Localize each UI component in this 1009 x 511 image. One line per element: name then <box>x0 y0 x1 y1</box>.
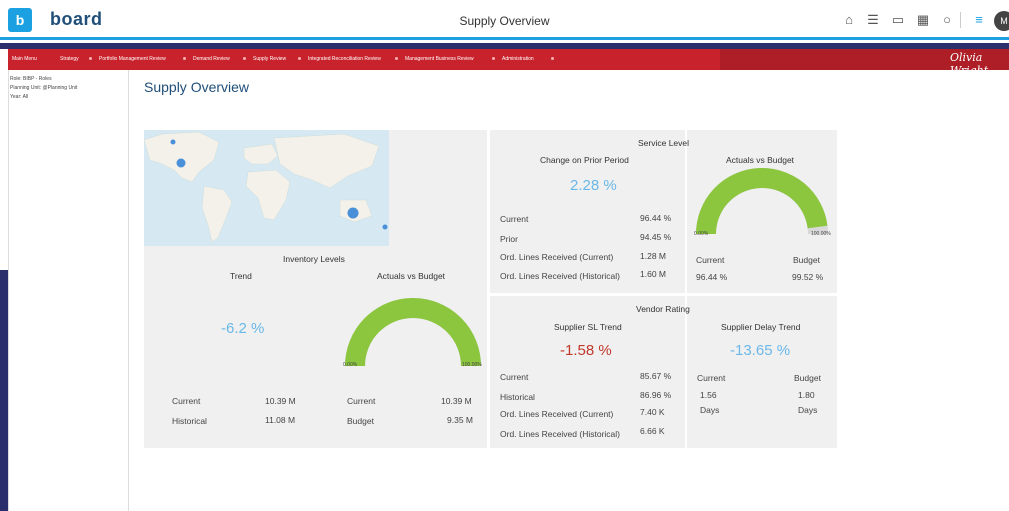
vendor-delay-header: Budget <box>794 373 821 383</box>
menu-item-strategy[interactable]: Strategy <box>60 56 79 62</box>
service-row-value: 1.60 M <box>640 269 666 279</box>
vendor-sl-value: -1.58 % <box>560 342 612 359</box>
inventory-avb-label-row: Current <box>347 396 376 406</box>
service-avb-label: Actuals vs Budget <box>726 155 795 165</box>
vendor-delay-value: -13.65 % <box>730 342 791 359</box>
vendor-delay-panel <box>687 296 837 448</box>
menu-item-administration[interactable]: Administration <box>502 56 534 62</box>
service-row-label: Ord. Lines Received (Current) <box>500 252 614 262</box>
inventory-gauge-min: 0.00% <box>343 362 358 368</box>
service-title: Service Level <box>638 138 690 148</box>
menu-separator <box>89 57 92 60</box>
vendor-row-value: 7.40 K <box>640 407 665 417</box>
service-gauge-max: 100.00% <box>811 231 831 237</box>
inventory-avb-value: 10.39 M <box>441 396 472 406</box>
vendor-delay-value: 1.80 <box>798 390 815 400</box>
vendor-row-value: 6.66 K <box>640 426 665 436</box>
service-row-label: Prior <box>500 234 518 244</box>
map-point[interactable] <box>176 158 186 168</box>
inventory-avb-label: Actuals vs Budget <box>377 271 446 281</box>
vendor-delay-header: Current <box>697 373 726 383</box>
inventory-trend-value: -6.2 % <box>221 320 265 337</box>
inventory-row-value: 10.39 M <box>265 396 296 406</box>
menu-item-demand[interactable]: Demand Review <box>193 56 230 62</box>
menu-separator <box>551 57 554 60</box>
menu-icon[interactable]: ≡ <box>972 13 986 27</box>
service-cpp-value: 2.28 % <box>570 177 617 194</box>
selection-planning-unit[interactable]: Planning Unit: @Planning Unit <box>10 85 77 91</box>
menu-item-portfolio[interactable]: Portfolio Management Review <box>99 56 166 62</box>
inventory-gauge <box>345 298 481 367</box>
service-gauge <box>696 168 828 235</box>
window-title: Supply Overview <box>459 14 550 28</box>
vendor-title: Vendor Rating <box>636 304 690 314</box>
service-gauge-fill <box>696 168 828 235</box>
app-window: { "app": {"logo_letter": "b", "brand": "… <box>0 0 1009 511</box>
inventory-title: Inventory Levels <box>283 254 345 264</box>
vendor-row-label: Ord. Lines Received (Current) <box>500 409 614 419</box>
inventory-gauge-fill <box>345 298 481 367</box>
service-row-value: 94.45 % <box>640 232 672 242</box>
service-row-value: 1.28 M <box>640 251 666 261</box>
selection-panel: Role: BIBP - Roles Planning Unit: @Plann… <box>8 70 129 511</box>
hierarchy-icon[interactable]: ☰ <box>866 13 880 27</box>
menu-item-supply[interactable]: Supply Review <box>253 56 286 62</box>
inventory-avb-label-row: Budget <box>347 416 374 426</box>
vendor-delay-value: 1.56 <box>700 390 717 400</box>
inventory-row-value: 11.08 M <box>265 415 296 425</box>
map-side-area <box>389 130 487 246</box>
menu-separator <box>298 57 301 60</box>
inventory-avb-value: 9.35 M <box>447 415 473 425</box>
inventory-gauge-max: 100.00% <box>462 362 482 368</box>
service-avb-value: 99.52 % <box>792 272 824 282</box>
map-point[interactable] <box>347 207 359 219</box>
service-row-label: Current <box>500 214 529 224</box>
service-gauge-min: 0.00% <box>694 231 709 237</box>
vendor-delay-unit: Days <box>798 405 818 415</box>
vendor-sl-label: Supplier SL Trend <box>554 322 622 332</box>
selection-year[interactable]: Year: All <box>10 94 28 100</box>
menu-separator <box>492 57 495 60</box>
service-avb-value: 96.44 % <box>696 272 728 282</box>
avatar[interactable]: M <box>994 11 1009 31</box>
brand-signature-logo: Olivia Wright <box>950 51 989 77</box>
top-bar: b board Supply Overview ⌂ ☰ ▭ ▦ ○ ≡ M <box>0 0 1009 40</box>
inventory-trend-label: Trend <box>230 271 252 281</box>
left-accent-bar <box>0 270 8 511</box>
toolbar-divider <box>960 12 961 28</box>
map-point[interactable] <box>382 224 388 230</box>
inventory-row-label: Current <box>172 396 201 406</box>
selection-role[interactable]: Role: BIBP - Roles <box>10 76 52 82</box>
world-map-graphic <box>144 131 388 243</box>
vendor-row-label: Current <box>500 372 529 382</box>
vendor-row-value: 86.96 % <box>640 390 672 400</box>
menu-item-main-menu[interactable]: Main Menu <box>12 56 37 62</box>
vendor-row-label: Ord. Lines Received (Historical) <box>500 429 620 439</box>
world-map[interactable] <box>144 130 389 246</box>
service-avb-header: Budget <box>793 255 820 265</box>
vendor-delay-unit: Days <box>700 405 720 415</box>
menu-item-integrated[interactable]: Integrated Reconciliation Review <box>308 56 381 62</box>
layout-icon[interactable]: ▭ <box>891 13 905 27</box>
menu-separator <box>395 57 398 60</box>
inventory-row-label: Historical <box>172 416 207 426</box>
service-row-label: Ord. Lines Received (Historical) <box>500 271 620 281</box>
service-row-value: 96.44 % <box>640 213 672 223</box>
screen-icon[interactable]: ▦ <box>916 13 930 27</box>
menu-item-management[interactable]: Management Business Review <box>405 56 474 62</box>
home-icon[interactable]: ⌂ <box>842 13 856 27</box>
comment-icon[interactable]: ○ <box>940 13 954 27</box>
menu-separator <box>183 57 186 60</box>
page-title: Supply Overview <box>144 79 250 95</box>
service-cpp-label: Change on Prior Period <box>540 155 629 165</box>
vendor-row-label: Historical <box>500 392 535 402</box>
service-avb-header: Current <box>696 255 725 265</box>
vendor-row-value: 85.67 % <box>640 371 672 381</box>
menu-separator <box>243 57 246 60</box>
map-point[interactable] <box>170 139 176 145</box>
vendor-delay-label: Supplier Delay Trend <box>721 322 801 332</box>
